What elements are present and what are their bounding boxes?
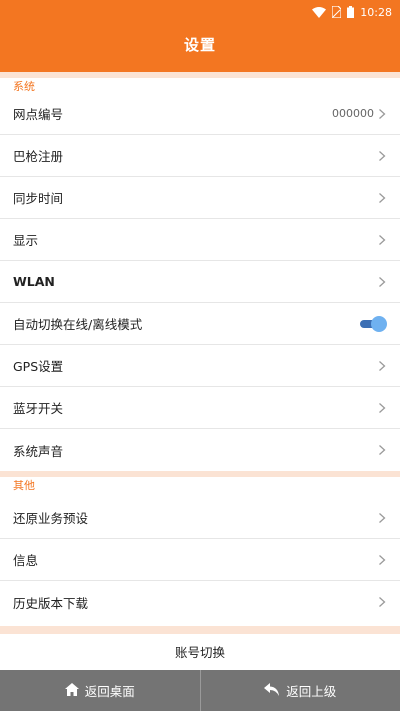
return-desktop-button[interactable]: 返回桌面 [0, 670, 200, 711]
row-label: 信息 [13, 553, 39, 568]
row-history-download[interactable]: 历史版本下载 [0, 581, 400, 623]
return-up-label: 返回上级 [286, 684, 337, 699]
chevron-right-icon [378, 554, 386, 566]
bottom-nav: 返回桌面 返回上级 [0, 670, 400, 711]
account-switch-button[interactable]: 账号切换 [0, 636, 400, 670]
row-display[interactable]: 显示 [0, 219, 400, 261]
row-label: 自动切换在线/离线模式 [13, 317, 143, 332]
section-gap [0, 626, 400, 634]
row-system-sound[interactable]: 系统声音 [0, 429, 400, 471]
auto-mode-toggle[interactable] [360, 315, 387, 332]
row-auto-online-offline: 自动切换在线/离线模式 [0, 303, 400, 345]
row-label: 历史版本下载 [13, 595, 89, 611]
return-up-button[interactable]: 返回上级 [201, 670, 400, 711]
section-header-other: 其他 [13, 479, 35, 492]
page-title: 设置 [183, 36, 216, 54]
return-desktop-label: 返回桌面 [84, 684, 135, 699]
row-label: 网点编号 [13, 107, 64, 122]
settings-screen: 10:28 设置 系统 网点编号 000000 巴枪注册 同步时间 显示 WLA… [0, 0, 400, 711]
sim-icon [332, 6, 342, 18]
row-gps-settings[interactable]: GPS设置 [0, 345, 400, 387]
chevron-right-icon [378, 276, 386, 288]
status-bar: 10:28 [312, 4, 392, 20]
row-restore-presets[interactable]: 还原业务预设 [0, 497, 400, 539]
row-info[interactable]: 信息 [0, 539, 400, 581]
row-sync-time[interactable]: 同步时间 [0, 177, 400, 219]
chevron-right-icon [378, 444, 386, 456]
chevron-right-icon [378, 512, 386, 524]
app-header: 10:28 设置 [0, 0, 400, 72]
battery-icon [347, 6, 355, 18]
row-label: 巴枪注册 [13, 149, 64, 164]
row-wlan[interactable]: WLAN [0, 261, 400, 303]
toggle-knob [371, 315, 387, 332]
chevron-right-icon [378, 596, 386, 608]
home-icon [64, 682, 79, 699]
chevron-right-icon [378, 150, 386, 162]
row-label: 蓝牙开关 [13, 401, 64, 416]
row-outlet-number[interactable]: 网点编号 000000 [0, 93, 400, 135]
chevron-right-icon [378, 360, 386, 372]
row-label: WLAN [13, 274, 55, 289]
chevron-right-icon [378, 234, 386, 246]
outlet-number-value: 000000 [332, 107, 374, 120]
chevron-right-icon [378, 402, 386, 414]
row-label: 还原业务预设 [13, 511, 89, 526]
row-bluetooth[interactable]: 蓝牙开关 [0, 387, 400, 429]
wifi-icon [312, 6, 327, 18]
row-label: GPS设置 [13, 359, 64, 374]
back-arrow-icon [264, 682, 280, 699]
row-label: 同步时间 [13, 191, 64, 206]
chevron-right-icon [378, 108, 386, 120]
row-scanner-registration[interactable]: 巴枪注册 [0, 135, 400, 177]
chevron-right-icon [378, 192, 386, 204]
row-label: 显示 [13, 233, 39, 248]
row-label: 系统声音 [13, 443, 64, 459]
status-time: 10:28 [360, 5, 392, 19]
